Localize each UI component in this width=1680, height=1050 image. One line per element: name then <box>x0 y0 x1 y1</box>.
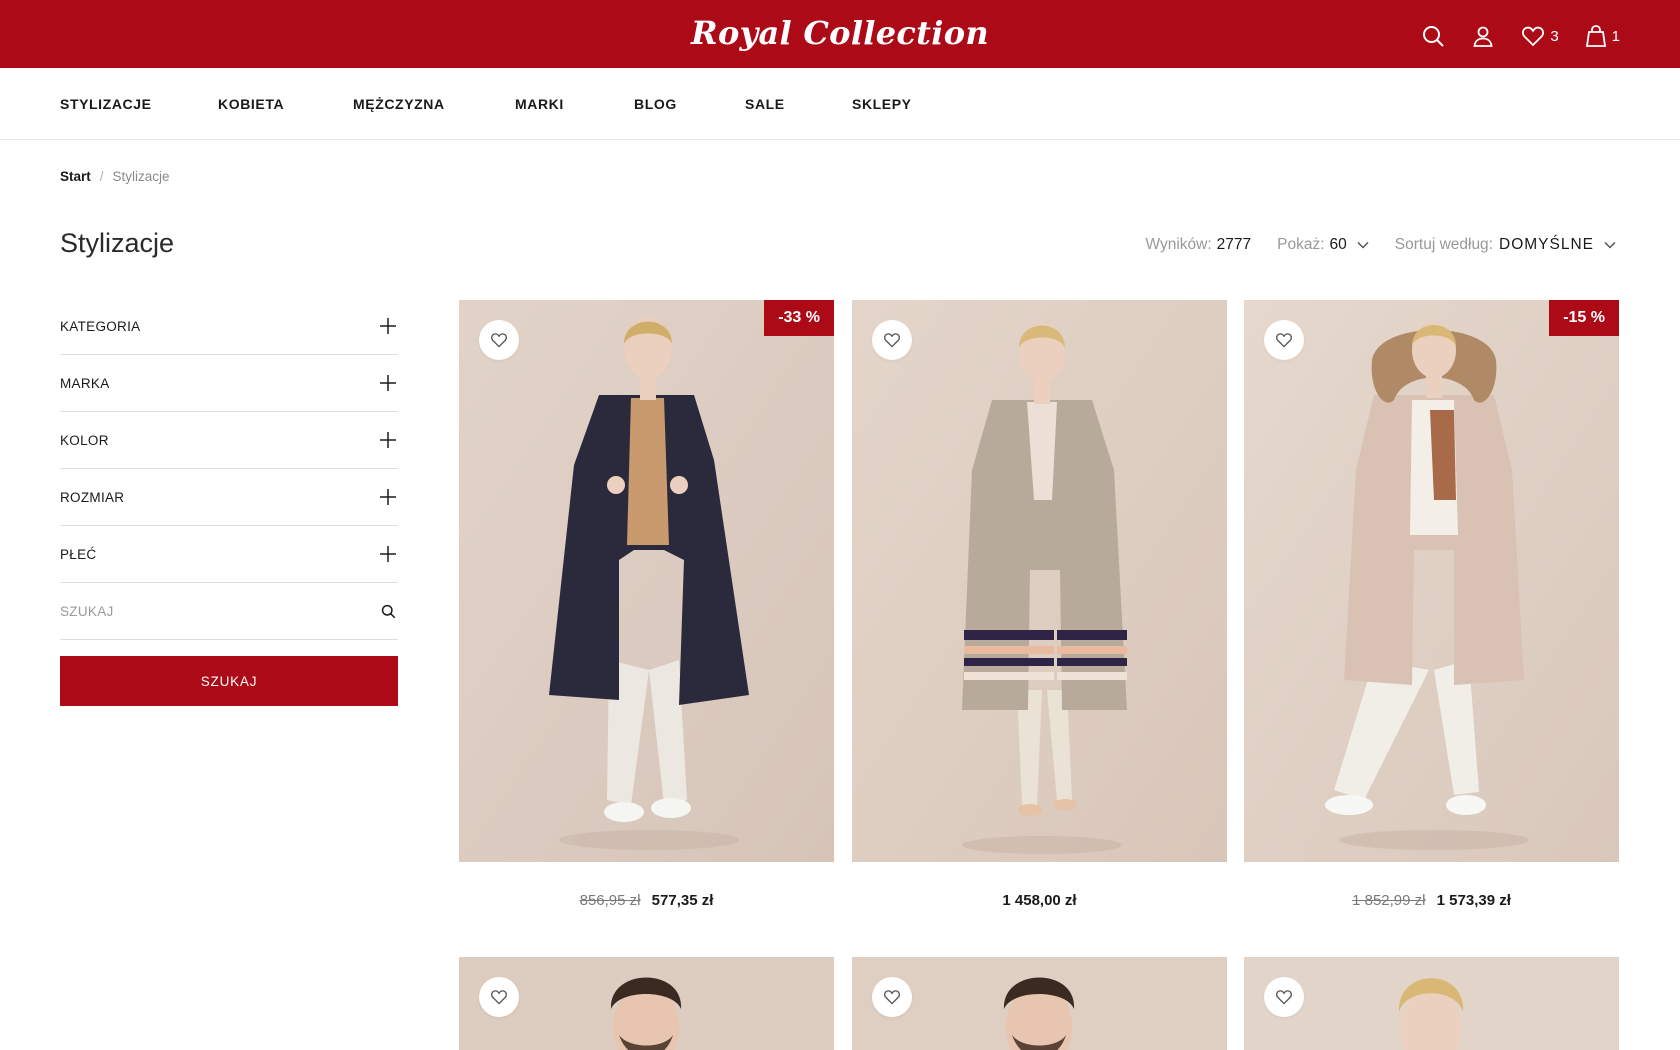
product-card[interactable]: -33 % 856,95 zł 577,35 zł <box>459 300 834 909</box>
plus-icon <box>380 318 396 334</box>
add-to-wishlist-button[interactable] <box>1264 977 1304 1017</box>
heart-icon <box>884 990 900 1005</box>
nav-item-marki[interactable]: MARKI <box>515 96 564 112</box>
wishlist-count: 3 <box>1550 27 1559 45</box>
discount-badge: -33 % <box>764 300 834 336</box>
product-card[interactable] <box>852 957 1227 1050</box>
product-card[interactable] <box>459 957 834 1050</box>
search-icon <box>1423 26 1445 47</box>
plus-icon <box>380 546 396 562</box>
current-price: 577,35 zł <box>651 892 714 909</box>
current-price: 1 573,39 zł <box>1436 892 1511 909</box>
product-image[interactable]: -33 % <box>459 300 834 862</box>
product-card[interactable]: -15 % 1 852,99 zł 1 573,39 zł <box>1244 300 1619 909</box>
product-price: 856,95 zł 577,35 zł <box>459 892 834 909</box>
filter-label: KOLOR <box>60 432 109 448</box>
plus-icon <box>380 375 396 391</box>
product-photo-coat <box>459 300 834 862</box>
cart-button[interactable]: 1 <box>1585 24 1620 48</box>
nav-item-stylizacje[interactable]: STYLIZACJE <box>60 96 152 112</box>
plus-icon <box>380 489 396 505</box>
nav-item-blog[interactable]: BLOG <box>634 96 677 112</box>
breadcrumb-separator: / <box>99 169 104 184</box>
product-price: 1 852,99 zł 1 573,39 zł <box>1244 892 1619 909</box>
filter-rozmiar[interactable]: ROZMIAR <box>60 469 398 526</box>
product-image[interactable]: -15 % <box>1244 300 1619 862</box>
nav-item-sale[interactable]: SALE <box>745 96 785 112</box>
chevron-down-icon <box>1357 241 1369 249</box>
results-label: Wyników: <box>1145 236 1212 253</box>
listing-toolbar: Wyników: 2777 Pokaż: 60 Sortuj według: D… <box>1145 236 1616 254</box>
filter-label: MARKA <box>60 375 110 391</box>
filter-label: PŁEĆ <box>60 546 97 562</box>
results-value: 2777 <box>1216 236 1252 253</box>
heart-icon <box>1276 333 1292 348</box>
page-size-value: 60 <box>1329 236 1347 253</box>
old-price: 1 852,99 zł <box>1352 892 1426 909</box>
nav-item-mezczyzna[interactable]: MĘŻCZYZNA <box>353 96 445 112</box>
filter-search-input[interactable] <box>60 603 340 619</box>
main-navigation: STYLIZACJE KOBIETA MĘŻCZYZNA MARKI BLOG … <box>0 68 1680 140</box>
filter-search-button[interactable]: SZUKAJ <box>60 656 398 706</box>
filter-kolor[interactable]: KOLOR <box>60 412 398 469</box>
product-image[interactable] <box>852 300 1227 862</box>
heart-icon <box>884 333 900 348</box>
wishlist-button[interactable]: 3 <box>1521 25 1559 47</box>
product-image[interactable] <box>852 957 1227 1050</box>
filter-sidebar: KATEGORIA MARKA KOLOR ROZMIAR PŁEĆ SZUKA… <box>60 298 398 706</box>
header-actions: 3 1 <box>1395 22 1620 50</box>
heart-icon <box>1276 990 1292 1005</box>
breadcrumb-current: Stylizacje <box>112 169 170 184</box>
heart-icon <box>491 990 507 1005</box>
page-size-label: Pokaż: <box>1277 236 1325 253</box>
product-price: 1 458,00 zł <box>852 892 1227 909</box>
results-count: Wyników: 2777 <box>1145 236 1251 254</box>
filter-marka[interactable]: MARKA <box>60 355 398 412</box>
add-to-wishlist-button[interactable] <box>872 320 912 360</box>
filter-plec[interactable]: PŁEĆ <box>60 526 398 583</box>
search-icon[interactable] <box>381 604 396 619</box>
filter-search-row <box>60 583 398 640</box>
nav-item-sklepy[interactable]: SKLEPY <box>852 96 912 112</box>
sort-select[interactable]: Sortuj według: DOMYŚLNE <box>1395 236 1616 254</box>
chevron-down-icon <box>1604 241 1616 249</box>
filter-label: ROZMIAR <box>60 489 125 505</box>
product-photo-coat <box>1244 300 1619 862</box>
user-icon <box>1473 26 1493 47</box>
product-photo-coat <box>852 300 1227 862</box>
search-button[interactable] <box>1421 24 1445 48</box>
old-price: 856,95 zł <box>579 892 641 909</box>
heart-icon <box>1522 26 1545 47</box>
add-to-wishlist-button[interactable] <box>1264 320 1304 360</box>
top-bar: Royal Collection 3 1 <box>0 0 1680 68</box>
product-card[interactable] <box>1244 957 1619 1050</box>
product-image[interactable] <box>459 957 834 1050</box>
cart-count: 1 <box>1611 27 1620 45</box>
sort-label: Sortuj według: <box>1394 236 1493 253</box>
sort-value: DOMYŚLNE <box>1499 236 1594 253</box>
filter-label: KATEGORIA <box>60 318 141 334</box>
discount-badge: -15 % <box>1549 300 1619 336</box>
nav-item-kobieta[interactable]: KOBIETA <box>218 96 284 112</box>
breadcrumb: Start / Stylizacje <box>60 169 170 184</box>
page-title: Stylizacje <box>60 228 175 258</box>
product-image[interactable] <box>1244 957 1619 1050</box>
account-button[interactable] <box>1471 24 1495 48</box>
heart-icon <box>491 333 507 348</box>
add-to-wishlist-button[interactable] <box>479 977 519 1017</box>
add-to-wishlist-button[interactable] <box>479 320 519 360</box>
breadcrumb-start-link[interactable]: Start <box>60 169 91 184</box>
shopping-bag-icon <box>1585 25 1606 47</box>
filter-kategoria[interactable]: KATEGORIA <box>60 298 398 355</box>
product-card[interactable]: 1 458,00 zł <box>852 300 1227 909</box>
current-price: 1 458,00 zł <box>1002 892 1077 909</box>
add-to-wishlist-button[interactable] <box>872 977 912 1017</box>
plus-icon <box>380 432 396 448</box>
page-size-select[interactable]: Pokaż: 60 <box>1277 236 1369 254</box>
